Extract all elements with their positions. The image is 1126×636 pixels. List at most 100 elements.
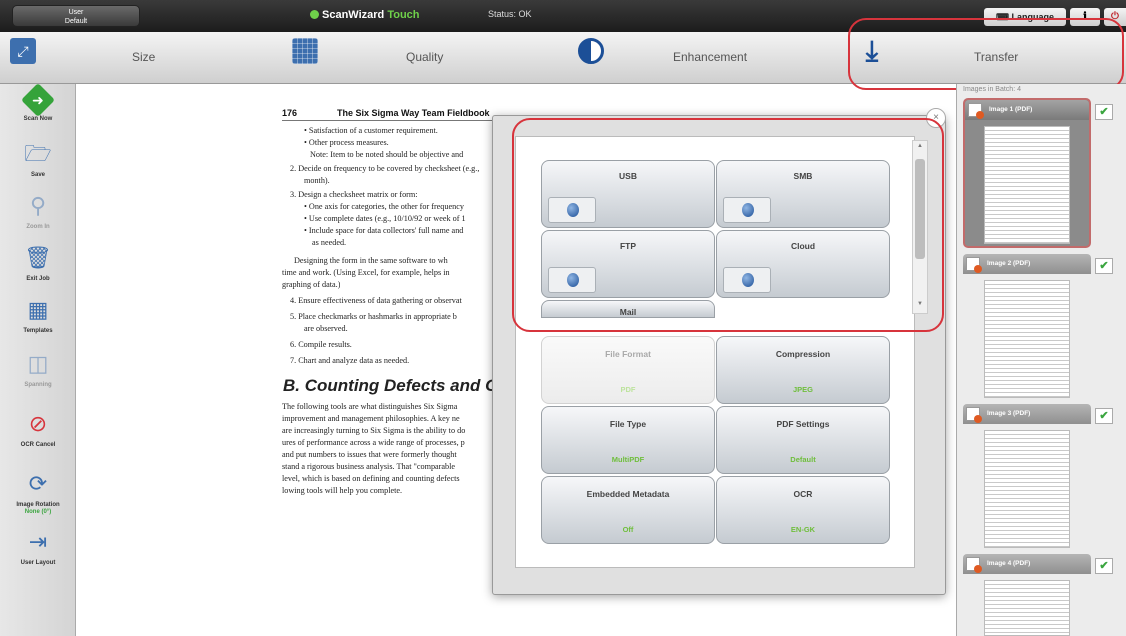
rotate-icon: ⟳: [28, 471, 48, 496]
sidebar-label: User Layout: [20, 560, 56, 566]
doc-line: are increasingly turning to Six Sigma is…: [282, 426, 466, 435]
sidebar-label: Exit Job: [26, 276, 50, 282]
thumbnail-page-preview: [984, 126, 1070, 244]
destinations-highlight-annotation: [512, 118, 944, 332]
thumbnail-page-preview: [984, 580, 1070, 636]
tab-enhancement[interactable]: Enhancement: [566, 32, 850, 84]
doc-line: The following tools are what distinguish…: [282, 402, 458, 411]
sidebar-item-save[interactable]: 🗁 Save: [4, 136, 72, 188]
thumbnail-bar: Image 1 (PDF): [965, 100, 1089, 120]
setting-label: File Type: [609, 419, 647, 429]
doc-line: • One axis for categories, the other for…: [304, 202, 464, 211]
thumbnail-item[interactable]: Image 2 (PDF): [963, 254, 1091, 404]
setting-value: JPEG: [792, 385, 813, 394]
thumbnail-name: Image 1 (PDF): [989, 106, 1033, 113]
checkmark-icon[interactable]: ✔: [1095, 104, 1113, 120]
doc-line: ures of performance across a wide range …: [282, 438, 465, 447]
file-type-button[interactable]: File Type MultiPDF: [541, 406, 715, 474]
tab-size-label: Size: [132, 50, 156, 64]
pdf-settings-button[interactable]: PDF Settings Default: [716, 406, 890, 474]
templates-icon: ▦: [27, 297, 49, 322]
sidebar-label: Spanning: [24, 382, 52, 388]
tab-enhancement-label: Enhancement: [673, 50, 748, 64]
doc-line: and put numbers to issues that were form…: [282, 450, 457, 459]
checkmark-icon[interactable]: ✔: [1095, 408, 1113, 424]
thumbnail-bar: Image 3 (PDF): [963, 404, 1091, 424]
user-profile-name: Default: [64, 18, 88, 25]
quality-grid-icon: [292, 38, 318, 64]
setting-value: EN-GK: [790, 525, 816, 534]
tab-quality-label: Quality: [406, 50, 444, 64]
thumbnail-name: Image 4 (PDF): [987, 560, 1031, 567]
pdf-file-icon: [968, 103, 984, 119]
setting-value: Off: [622, 525, 634, 534]
thumbnail-item[interactable]: Image 3 (PDF): [963, 404, 1091, 554]
doc-line: graphing of data.): [282, 280, 341, 289]
zoom-icon: ⚲: [29, 193, 47, 218]
doc-line: stand a rigorous business analysis. That…: [282, 462, 456, 471]
doc-line: • Include space for data collectors' ful…: [304, 226, 464, 235]
checkmark-icon[interactable]: ✔: [1095, 258, 1113, 274]
sidebar-item-image-rotation[interactable]: ⟳ Image Rotation None (0°): [4, 466, 72, 526]
pdf-file-icon: [966, 557, 982, 573]
doc-line: improvement and management philosophies.…: [282, 414, 460, 423]
user-label: User: [68, 9, 84, 16]
thumbnail-name: Image 2 (PDF): [987, 260, 1031, 267]
sidebar-item-exit-job[interactable]: 🗑 Exit Job: [4, 240, 72, 292]
ocr-button[interactable]: OCR EN-GK: [716, 476, 890, 544]
pdf-file-icon: [966, 257, 982, 273]
document-running-head: 176 The Six Sigma Way Team Fieldbook: [282, 108, 522, 121]
app-logo-icon: [310, 10, 319, 19]
doc-line: as needed.: [312, 238, 347, 247]
embedded-metadata-button[interactable]: Embedded Metadata Off: [541, 476, 715, 544]
compression-button[interactable]: Compression JPEG: [716, 336, 890, 404]
scan-icon: ➜: [21, 83, 55, 117]
setting-value: Default: [790, 455, 816, 464]
sidebar-item-templates[interactable]: ▦ Templates: [4, 292, 72, 344]
thumbnail-item[interactable]: Image 1 (PDF): [963, 98, 1091, 248]
doc-line: Note: Item to be noted should be objecti…: [310, 150, 464, 159]
sidebar-label: Save: [30, 172, 45, 178]
sidebar-item-zoom[interactable]: ⚲ Zoom In: [4, 188, 72, 240]
sidebar-item-scan-now[interactable]: ➜ Scan Now: [4, 83, 72, 136]
sidebar-item-spanning[interactable]: ◫ Spanning: [4, 346, 72, 398]
page-number: 176: [282, 108, 298, 118]
rotation-value: None (0°): [24, 509, 52, 515]
trash-icon: 🗑: [24, 245, 52, 270]
setting-label: PDF Settings: [776, 419, 830, 429]
sidebar-label: Image Rotation: [16, 502, 60, 508]
sidebar-item-user-layout[interactable]: ⇥ User Layout: [4, 524, 72, 576]
doc-line: Designing the form in the same software …: [294, 256, 448, 265]
thumbnail-item[interactable]: Image 4 (PDF): [963, 554, 1091, 636]
doc-line: time and work. (Using Excel, for example…: [282, 268, 450, 277]
ocr-cancel-icon: ⊘: [28, 411, 48, 436]
setting-label: Compression: [775, 349, 831, 359]
app-title: ScanWizard Touch: [310, 9, 420, 21]
sidebar-label: Templates: [23, 328, 53, 334]
sidebar-label: OCR Cancel: [20, 442, 56, 448]
fit-screen-icon[interactable]: ⤢: [10, 38, 36, 64]
app-name: ScanWizard: [322, 9, 385, 21]
tab-size[interactable]: ⤢ Size: [0, 32, 280, 84]
doc-line: • Satisfaction of a customer requirement…: [304, 126, 438, 135]
setting-label: Embedded Metadata: [586, 489, 670, 499]
running-head-title: The Six Sigma Way Team Fieldbook: [337, 108, 490, 118]
thumbnail-page-preview: [984, 280, 1070, 398]
exit-icon: ⇥: [28, 529, 48, 554]
doc-line: month).: [304, 176, 330, 185]
file-format-button[interactable]: File Format PDF: [541, 336, 715, 404]
checkmark-icon[interactable]: ✔: [1095, 558, 1113, 574]
batch-count: Images in Batch: 4: [963, 86, 1021, 93]
user-button[interactable]: User Default: [12, 5, 140, 27]
doc-line: 4. Ensure effectiveness of data gatherin…: [290, 296, 462, 305]
doc-line: • Use complete dates (e.g., 10/10/92 or …: [304, 214, 466, 223]
sidebar-label: Scan Now: [23, 116, 53, 122]
doc-line: are observed.: [304, 324, 348, 333]
sidebar-item-ocr-cancel[interactable]: ⊘ OCR Cancel: [4, 406, 72, 458]
setting-label: File Format: [605, 349, 651, 359]
left-sidebar: ➜ Scan Now 🗁 Save ⚲ Zoom In 🗑 Exit Job ▦…: [0, 83, 76, 636]
thumbnail-page-preview: [984, 430, 1070, 548]
tab-quality[interactable]: Quality: [280, 32, 566, 84]
pdf-file-icon: [966, 407, 982, 423]
doc-line: • Other process measures.: [304, 138, 389, 147]
